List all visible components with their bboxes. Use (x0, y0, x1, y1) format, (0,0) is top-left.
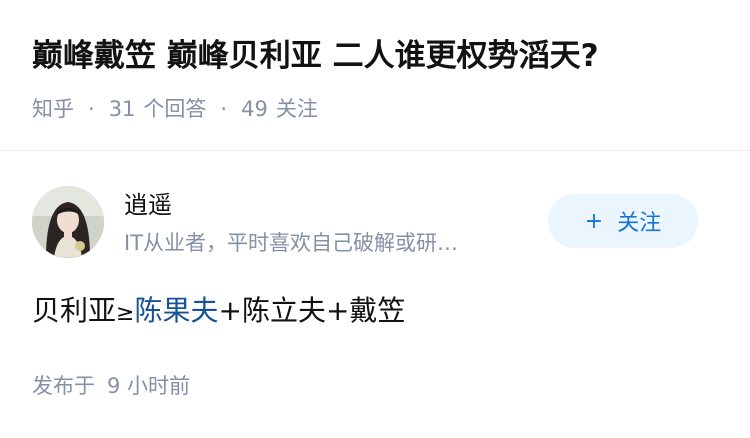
plus-icon: + (584, 208, 604, 234)
zhihu-answer-card: 巅峰戴笠 巅峰贝利亚 二人谁更权势滔天? 知乎 · 31 个回答 · 49 关注 (0, 0, 750, 438)
answer-text: + (325, 294, 350, 327)
follower-count-label: 关注 (275, 97, 318, 121)
source-label[interactable]: 知乎 (32, 94, 74, 124)
publish-label: 发布于 (32, 374, 95, 398)
follow-button-label: 关注 (617, 211, 662, 236)
follow-button[interactable]: + 关注 (548, 194, 698, 248)
meta-separator: · (220, 97, 228, 121)
answer-count: 31 (108, 97, 136, 121)
answer-text: 贝利亚 (32, 294, 117, 327)
question-header: 巅峰戴笠 巅峰贝利亚 二人谁更权势滔天? 知乎 · 31 个回答 · 49 关注 (0, 0, 750, 151)
answer-content: 贝利亚≥陈果夫+陈立夫+戴笠 (32, 289, 405, 336)
answer-text: + (218, 294, 242, 327)
avatar[interactable] (32, 186, 104, 258)
author-name[interactable]: 逍遥 (124, 187, 172, 223)
answer-text: 戴笠 (349, 294, 406, 327)
avatar-photo-icon (32, 186, 104, 258)
answer-count-label: 个回答 (143, 97, 207, 121)
follower-count: 49 (241, 97, 268, 121)
meta-separator: · (88, 97, 95, 121)
question-meta: 知乎 · 31 个回答 · 49 关注 (32, 94, 318, 124)
answer-text: 陈立夫 (241, 294, 326, 327)
author-bio: IT从业者，平时喜欢自己破解或研… (124, 231, 459, 255)
answer-text: ≥ (116, 301, 135, 326)
publish-time: 发布于 9 小时前 (32, 370, 190, 402)
publish-time-value: 9 小时前 (107, 374, 191, 398)
search-link[interactable]: 陈果夫 (134, 294, 218, 327)
question-title[interactable]: 巅峰戴笠 巅峰贝利亚 二人谁更权势滔天? (32, 34, 599, 78)
answer-item: 逍遥 IT从业者，平时喜欢自己破解或研… + 关注 贝利亚≥陈果夫+陈立夫+戴笠… (0, 151, 750, 438)
